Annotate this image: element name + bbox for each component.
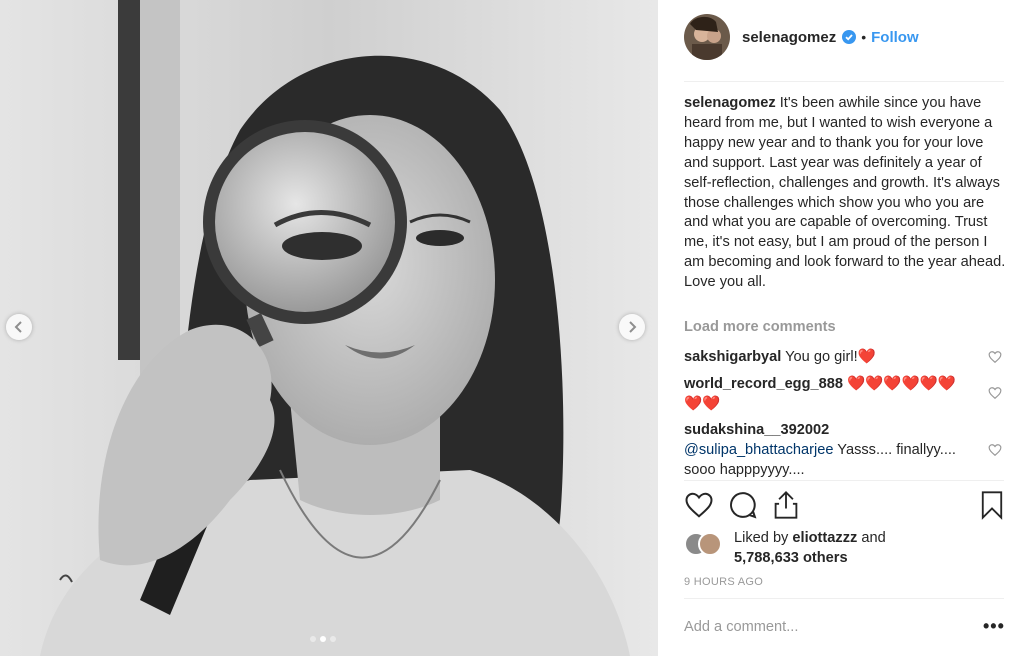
carousel-dot-active [320,636,326,642]
header-username[interactable]: selenagomez [742,29,836,46]
load-more-comments-button[interactable]: Load more comments [684,319,836,335]
post-caption: selenagomez It's been awhile since you h… [684,94,1006,293]
liker-avatar[interactable] [698,532,722,556]
like-comment-heart-icon[interactable] [988,443,1002,457]
comment-username[interactable]: world_record_egg_888 [684,376,843,392]
likes-summary: Liked by eliottazzz and 5,788,633 others [684,528,886,568]
likes-prefix: Liked by [734,530,793,546]
follow-button[interactable]: Follow [871,29,919,46]
comment: world_record_egg_888 ❤️❤️❤️❤️❤️❤️❤️❤️ [684,374,974,414]
carousel-indicator [310,636,336,642]
like-comment-heart-icon[interactable] [988,386,1002,400]
photo-girl-magnifying-glass [0,0,658,656]
liked-by-username[interactable]: eliottazzz [792,530,857,546]
likes-text[interactable]: Liked by eliottazzz and 5,788,633 others [734,528,886,568]
separator-bullet: • [861,29,867,45]
carousel-dot [310,636,316,642]
likes-count[interactable]: 5,788,633 others [734,550,848,566]
comment-username[interactable]: sudakshina__392002 [684,422,829,438]
post-timestamp: 9 HOURS AGO [684,576,764,588]
carousel-dot [330,636,336,642]
divider [684,480,1004,481]
comment-text: You go girl! [781,349,858,365]
avatar-image [684,14,730,60]
comment: sakshigarbyal You go girl!❤️ [684,347,984,367]
caption-username[interactable]: selenagomez [684,95,776,111]
add-comment-input[interactable]: Add a comment... [684,619,798,635]
verified-badge-icon [842,30,857,44]
likes-and: and [857,530,886,546]
post-header: selenagomez • Follow [684,14,919,60]
comment-username[interactable]: sakshigarbyal [684,349,781,365]
chevron-right-icon [629,321,637,333]
comment-emoji: ❤️ [857,349,876,365]
divider [684,598,1004,599]
comment-mention[interactable]: @sulipa_bhattacharjee [684,442,834,458]
caption-text: It's been awhile since you have heard fr… [684,95,1006,291]
post-photo [0,0,658,656]
divider [684,81,1004,82]
comment: sudakshina__392002 @sulipa_bhattacharjee… [684,420,984,480]
carousel-prev-button[interactable] [6,314,32,340]
chevron-left-icon [14,321,22,333]
like-comment-heart-icon[interactable] [988,350,1002,364]
heart-icon[interactable] [684,490,714,520]
share-icon[interactable] [772,490,800,520]
more-options-icon[interactable]: ••• [983,616,1005,637]
liker-avatars [684,532,726,556]
carousel-next-button[interactable] [619,314,645,340]
comment-icon[interactable] [728,490,758,520]
bookmark-icon[interactable] [980,490,1004,520]
avatar[interactable] [684,14,730,60]
post-actions [684,490,1006,520]
post-sidebar: selenagomez • Follow selenagomez It's be… [658,0,1024,656]
